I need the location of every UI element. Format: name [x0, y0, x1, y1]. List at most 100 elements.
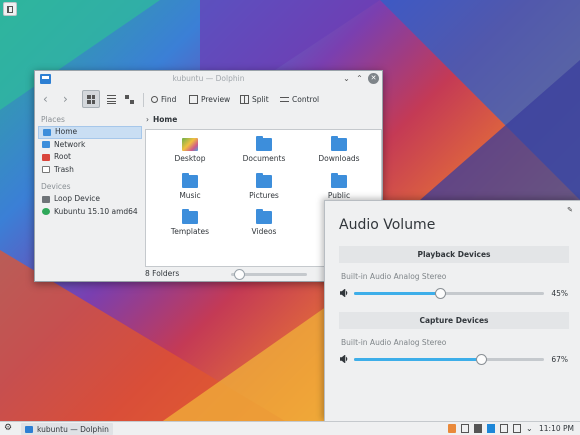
folder-icon [331, 136, 347, 151]
capture-devices-header[interactable]: Capture Devices [339, 312, 569, 329]
sidebar-item-root[interactable]: Root [38, 151, 142, 164]
find-label: Find [161, 94, 177, 104]
folder-item[interactable]: Desktop [160, 138, 220, 163]
breadcrumb[interactable]: › Home [146, 114, 177, 126]
folder-icon [256, 136, 272, 151]
compact-view-button[interactable] [103, 90, 120, 108]
folder-label: Downloads [318, 154, 360, 163]
folder-icon [182, 173, 198, 188]
dolphin-app-icon [40, 74, 51, 84]
capture-volume-slider[interactable] [354, 354, 544, 365]
capture-volume-fill [354, 358, 482, 361]
application-launcher-icon[interactable]: ⚙ [4, 423, 12, 433]
folder-label: Public [327, 191, 351, 200]
playback-device-name: Built-in Audio Analog Stereo [341, 272, 447, 281]
window-titlebar[interactable]: kubuntu — Dolphin ⌄ ⌃ ✕ [35, 71, 382, 87]
taskbar: ⚙ kubuntu — Dolphin ⌄ 11:10 PM [0, 421, 580, 435]
sidebar-item-kubuntu-disc[interactable]: Kubuntu 15.10 amd64 [38, 206, 142, 219]
folder-item[interactable]: Videos [234, 209, 294, 236]
sidebar-item-label: Root [54, 152, 71, 161]
playback-devices-header[interactable]: Playback Devices [339, 246, 569, 263]
folder-icon [256, 173, 272, 188]
battery-icon[interactable] [513, 424, 521, 433]
close-icon[interactable]: ✕ [368, 73, 379, 84]
folder-item[interactable]: Music [160, 173, 220, 200]
sidebar-item-label: Kubuntu 15.10 amd64 [54, 206, 138, 216]
folder-item[interactable]: Documents [234, 136, 294, 163]
task-dolphin[interactable]: kubuntu — Dolphin [21, 423, 113, 435]
speaker-icon[interactable] [340, 289, 349, 297]
places-panel: Places Home Network Root Trash Devices L… [38, 114, 142, 266]
desktop-folder-icon [182, 138, 198, 151]
forward-button[interactable]: › [59, 90, 72, 108]
preview-button[interactable]: Preview [185, 90, 234, 108]
icons-view-button[interactable] [82, 90, 100, 108]
details-view-icon [125, 94, 134, 104]
control-button[interactable]: Control [276, 90, 323, 108]
main-toolbar: ‹ › Find Preview Split Control [35, 88, 382, 112]
preview-label: Preview [201, 94, 231, 104]
back-button[interactable]: ‹ [39, 90, 52, 108]
notification-icon[interactable] [448, 424, 456, 433]
chevron-right-icon: › [146, 115, 149, 124]
minimize-icon[interactable]: ⌄ [341, 73, 352, 84]
sidebar-item-label: Trash [54, 164, 74, 174]
network-icon [42, 141, 50, 149]
folder-item[interactable]: Templates [160, 209, 220, 236]
desktop-toolbox-button[interactable] [3, 2, 17, 16]
pin-icon[interactable]: ✎ [567, 206, 573, 214]
folder-item[interactable]: Pictures [234, 173, 294, 200]
popup-title: Audio Volume [339, 217, 436, 233]
folder-label: Music [179, 191, 201, 200]
system-tray: ⌄ [448, 424, 534, 433]
split-button[interactable]: Split [236, 90, 273, 108]
sidebar-item-trash[interactable]: Trash [38, 164, 142, 177]
folder-icon [331, 173, 347, 188]
capture-volume-value: 67% [551, 355, 568, 364]
chevron-down-icon[interactable]: ⌄ [526, 424, 534, 433]
root-folder-icon [42, 153, 50, 161]
chevron-left-icon: ‹ [43, 92, 48, 106]
devices-header: Devices [41, 182, 71, 191]
drive-icon [42, 195, 50, 203]
folder-label: Pictures [249, 191, 279, 200]
folder-label: Desktop [174, 154, 206, 163]
playback-volume-slider[interactable] [354, 288, 544, 299]
folder-item[interactable]: Downloads [309, 136, 369, 163]
trash-icon [42, 166, 50, 174]
optical-disc-icon [42, 208, 50, 216]
audio-volume-popup: Audio Volume ✎ Playback Devices Built-in… [324, 200, 580, 422]
capture-volume-handle[interactable] [476, 354, 488, 365]
speaker-icon[interactable] [340, 355, 349, 363]
folder-label: Documents [242, 154, 286, 163]
clipboard-icon[interactable] [461, 424, 469, 433]
network-tray-icon[interactable] [500, 424, 508, 433]
sidebar-item-loop-device[interactable]: Loop Device [38, 193, 142, 206]
folder-item[interactable]: Public [309, 173, 369, 200]
volume-icon[interactable] [487, 424, 495, 433]
icons-view-icon [87, 94, 95, 104]
home-icon [43, 128, 51, 136]
sidebar-item-network[interactable]: Network [38, 139, 142, 152]
sidebar-item-home[interactable]: Home [38, 126, 142, 139]
playback-volume-handle[interactable] [434, 288, 446, 299]
breadcrumb-home[interactable]: Home [153, 115, 177, 124]
window-title: kubuntu — Dolphin [172, 74, 245, 83]
zoom-slider-handle[interactable] [234, 269, 245, 280]
folder-label: Videos [251, 227, 277, 236]
chevron-right-icon: › [63, 92, 68, 106]
task-label: kubuntu — Dolphin [37, 424, 109, 434]
find-button[interactable]: Find [147, 90, 180, 108]
folder-label: Templates [170, 227, 210, 236]
sidebar-item-label: Home [55, 127, 78, 136]
compact-view-icon [107, 94, 116, 104]
device-notifier-icon[interactable] [474, 424, 482, 433]
details-view-button[interactable] [121, 90, 138, 108]
split-icon [240, 94, 249, 104]
search-icon [151, 95, 158, 103]
capture-device-name: Built-in Audio Analog Stereo [341, 338, 447, 347]
playback-volume-fill [354, 292, 440, 295]
maximize-icon[interactable]: ⌃ [354, 73, 365, 84]
split-label: Split [252, 94, 269, 104]
clock[interactable]: 11:10 PM [539, 423, 574, 435]
